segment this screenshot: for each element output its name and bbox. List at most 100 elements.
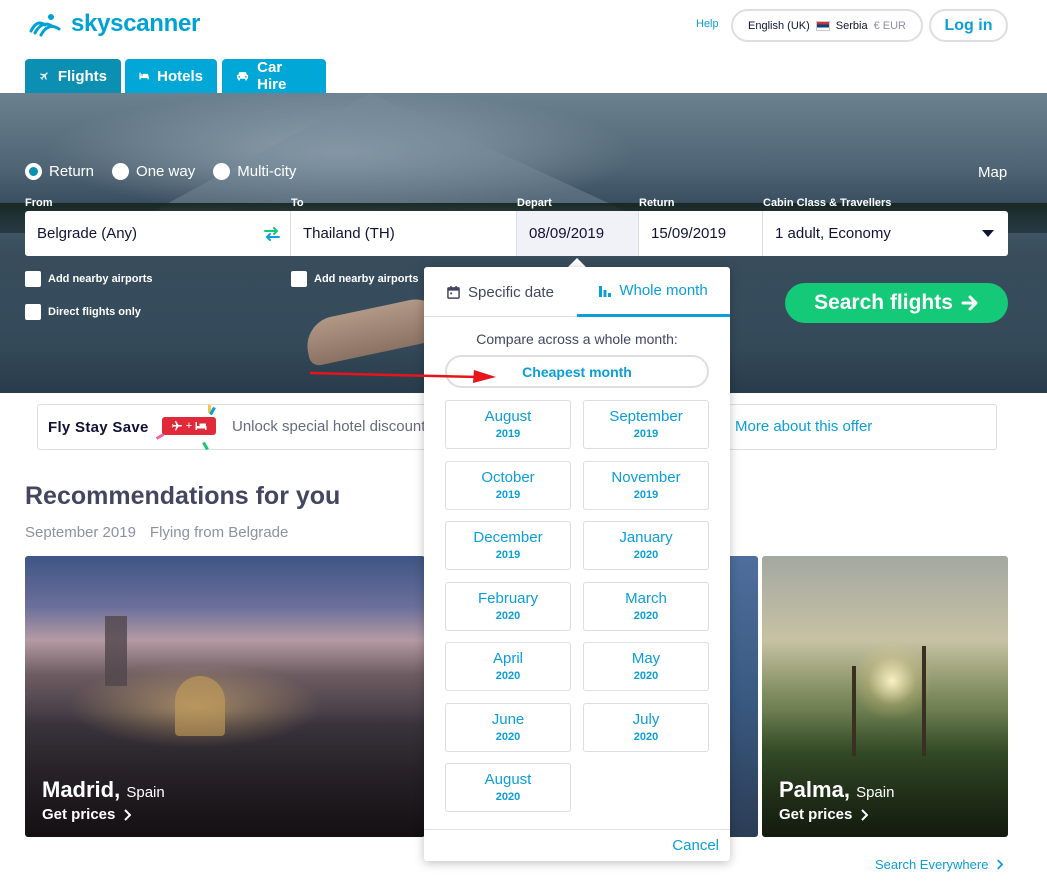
direct-only-label: Direct flights only (48, 306, 141, 318)
return-label: Return (639, 197, 675, 209)
card-city: Madrid, (42, 777, 121, 802)
nearby-to-checkbox[interactable]: Add nearby airports (291, 271, 419, 287)
search-flights-label: Search flights (814, 291, 953, 314)
bed-icon (139, 72, 149, 80)
month-name: August (484, 770, 532, 788)
month-option[interactable]: March 2020 (583, 582, 709, 631)
locale-button[interactable]: English (UK) Serbia € EUR (731, 9, 923, 42)
month-option[interactable]: November 2019 (583, 461, 709, 510)
login-button[interactable]: Log in (929, 9, 1008, 42)
month-option[interactable]: June 2020 (445, 703, 571, 752)
calendar-icon (447, 285, 460, 299)
compare-text: Compare across a whole month: (476, 331, 678, 347)
search-everywhere-link[interactable]: Search Everywhere (875, 857, 1004, 872)
get-prices-label: Get prices (779, 806, 853, 823)
promo-text: Unlock special hotel discount (232, 418, 426, 435)
to-input[interactable]: Thailand (TH) (291, 211, 517, 256)
destination-card-madrid[interactable]: Madrid, Spain Get prices (25, 556, 425, 837)
month-year: 2019 (633, 427, 659, 440)
date-picker-tabs: Specific date Whole month (424, 267, 730, 317)
direct-only-checkbox[interactable]: Direct flights only (25, 304, 141, 320)
search-flights-button[interactable]: Search flights (785, 283, 1008, 323)
destination-card-palma[interactable]: Palma, Spain Get prices (762, 556, 1008, 837)
tab-car-hire-label: Car Hire (257, 59, 287, 93)
month-year: 2020 (633, 730, 659, 743)
return-input[interactable]: 15/09/2019 (639, 211, 763, 256)
radio-icon (213, 163, 231, 180)
help-link[interactable]: Help (696, 18, 719, 30)
month-name: December (473, 528, 543, 546)
skyscanner-cloud-icon (29, 14, 61, 37)
tab-specific-date[interactable]: Specific date (424, 267, 577, 317)
get-prices-link[interactable]: Get prices (42, 806, 132, 823)
trip-type-multi-city-label: Multi-city (237, 163, 297, 180)
palm-tree-shape (852, 666, 856, 756)
trip-type-return[interactable]: Return (25, 163, 94, 180)
swap-icon[interactable] (263, 225, 281, 243)
month-year: 2020 (495, 790, 521, 803)
month-name: January (619, 528, 673, 546)
popover-divider (424, 829, 730, 830)
logo[interactable]: skyscanner (25, 10, 200, 38)
cabin-label: Cabin Class & Travellers (763, 197, 892, 209)
month-name: May (631, 649, 661, 667)
depart-input[interactable]: 08/09/2019 (517, 211, 639, 256)
nearby-from-label: Add nearby airports (48, 273, 153, 285)
get-prices-link[interactable]: Get prices (779, 806, 869, 823)
cabin-travellers-select[interactable]: 1 adult, Economy (763, 211, 1008, 256)
month-option[interactable]: October 2019 (445, 461, 571, 510)
tab-flights[interactable]: Flights (25, 59, 121, 93)
month-option[interactable]: May 2020 (583, 642, 709, 691)
bed-icon (195, 422, 207, 430)
nearby-from-checkbox[interactable]: Add nearby airports (25, 271, 153, 287)
tab-flights-label: Flights (57, 67, 107, 85)
mountain-shape (150, 93, 630, 213)
serbia-flag-icon (815, 20, 830, 31)
month-option[interactable]: April 2020 (445, 642, 571, 691)
search-everywhere-label: Search Everywhere (875, 857, 989, 872)
month-name: June (491, 710, 525, 728)
from-value: Belgrade (Any) (37, 225, 138, 242)
month-name: July (632, 710, 660, 728)
month-name: November (611, 468, 681, 486)
to-label: To (291, 197, 304, 209)
trip-type-one-way[interactable]: One way (112, 163, 195, 180)
cancel-button[interactable]: Cancel (672, 837, 719, 854)
month-name: September (609, 407, 683, 425)
plane-icon (171, 421, 182, 431)
tab-car-hire[interactable]: Car Hire (222, 59, 326, 93)
trip-type-group: Return One way Multi-city (25, 163, 296, 180)
card-country: Spain (856, 784, 895, 801)
month-year: 2020 (495, 609, 521, 622)
month-option[interactable]: February 2020 (445, 582, 571, 631)
palm-tree-shape (922, 646, 926, 756)
recommendations-month: September 2019 (25, 524, 136, 541)
month-option[interactable]: December 2019 (445, 521, 571, 570)
search-bar: Belgrade (Any) Thailand (TH) 08/09/2019 … (25, 211, 1008, 256)
tab-hotels[interactable]: Hotels (125, 59, 217, 93)
month-name: March (625, 589, 667, 607)
promo-more-link[interactable]: More about this offer (735, 418, 872, 435)
radio-icon (112, 163, 130, 180)
chevron-right-icon (997, 859, 1004, 870)
trip-type-multi-city[interactable]: Multi-city (213, 163, 296, 180)
month-option[interactable]: September 2019 (583, 400, 709, 449)
country-label: Serbia (835, 19, 868, 32)
arrow-right-icon (961, 295, 978, 311)
tab-whole-month[interactable]: Whole month (577, 267, 730, 317)
month-year: 2020 (633, 548, 659, 561)
recommendations-origin: Flying from Belgrade (149, 524, 289, 541)
month-year: 2019 (495, 548, 521, 561)
trip-type-return-label: Return (49, 163, 95, 180)
map-link[interactable]: Map (978, 164, 1007, 181)
get-prices-label: Get prices (42, 806, 116, 823)
month-name: October (481, 468, 535, 486)
from-input[interactable]: Belgrade (Any) (25, 211, 291, 256)
month-option[interactable]: August 2020 (445, 763, 571, 812)
month-option[interactable]: August 2019 (445, 400, 571, 449)
month-option[interactable]: July 2020 (583, 703, 709, 752)
logo-text: skyscanner (71, 10, 201, 37)
city-dome-shape (175, 676, 225, 736)
checkbox-icon (25, 304, 41, 320)
month-option[interactable]: January 2020 (583, 521, 709, 570)
